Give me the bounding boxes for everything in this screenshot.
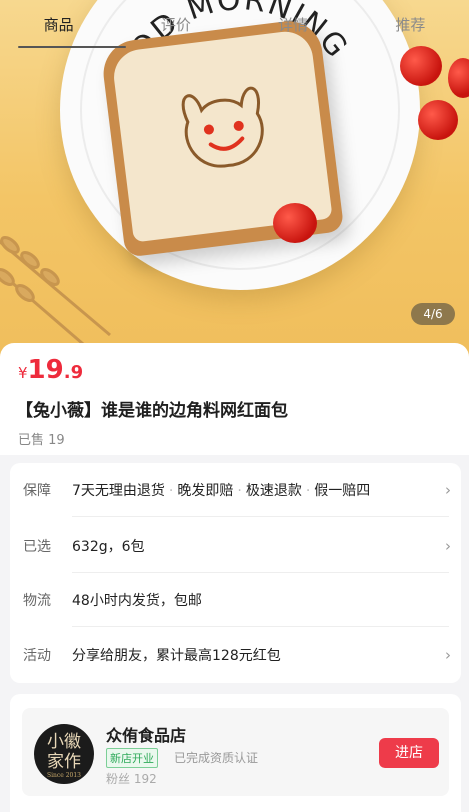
bunny-face-drawing — [181, 86, 264, 168]
image-page-indicator: 4/6 — [411, 303, 455, 325]
sold-count: 已售 19 — [18, 433, 65, 448]
tab-indicator — [18, 46, 126, 48]
chevron-right-icon: › — [445, 481, 451, 499]
wheat-image — [0, 236, 111, 352]
tab-product[interactable]: 商品 — [0, 0, 117, 48]
product-price: ¥19.9 — [18, 355, 84, 385]
chevron-right-icon: › — [445, 646, 451, 664]
selected-spec-row[interactable]: 已选 632g，6包 › — [10, 519, 461, 573]
store-card: 小徽 家作 Since 2013 众侑食品店 新店开业 已完成资质认证 粉丝 19… — [10, 694, 461, 812]
guarantee-row[interactable]: 保障 7天无理由退货 · 晚发即赔 · 极速退款 · 假一赔四 › — [10, 463, 461, 517]
price-card: ¥19.9 【兔小薇】谁是谁的边角料网红面包 已售 19 — [0, 343, 469, 455]
chevron-right-icon: › — [445, 537, 451, 555]
new-store-badge: 新店开业 — [106, 748, 158, 768]
product-info-card: 保障 7天无理由退货 · 晚发即赔 · 极速退款 · 假一赔四 › 已选 632g，6包 ›… — [10, 463, 461, 683]
product-title: 【兔小薇】谁是谁的边角料网红面包 — [16, 401, 288, 421]
verified-badge: 已完成资质认证 — [174, 751, 259, 765]
shipping-row: 物流 48小时内发货，包邮 — [10, 573, 461, 627]
tab-details[interactable]: 详情 — [235, 0, 352, 48]
tomato-image — [273, 203, 317, 243]
store-name[interactable]: 众侑食品店 — [106, 722, 186, 746]
store-logo[interactable]: 小徽 家作 Since 2013 — [34, 724, 94, 784]
tab-recommend[interactable]: 推荐 — [352, 0, 469, 48]
activity-row[interactable]: 活动 分享给朋友，累计最高128元红包 › — [10, 628, 461, 682]
top-tab-bar: 商品 评价 详情 推荐 — [0, 0, 469, 48]
product-image-carousel[interactable]: GOOD MORNING 商品 评价 详情 推荐 — [0, 0, 469, 360]
tab-reviews[interactable]: 评价 — [117, 0, 234, 48]
fans-count: 粉丝 192 — [106, 772, 157, 786]
guarantee-list: 7天无理由退货 · 晚发即赔 · 极速退款 · 假一赔四 — [72, 483, 371, 499]
enter-store-button[interactable]: 进店 — [379, 738, 439, 768]
